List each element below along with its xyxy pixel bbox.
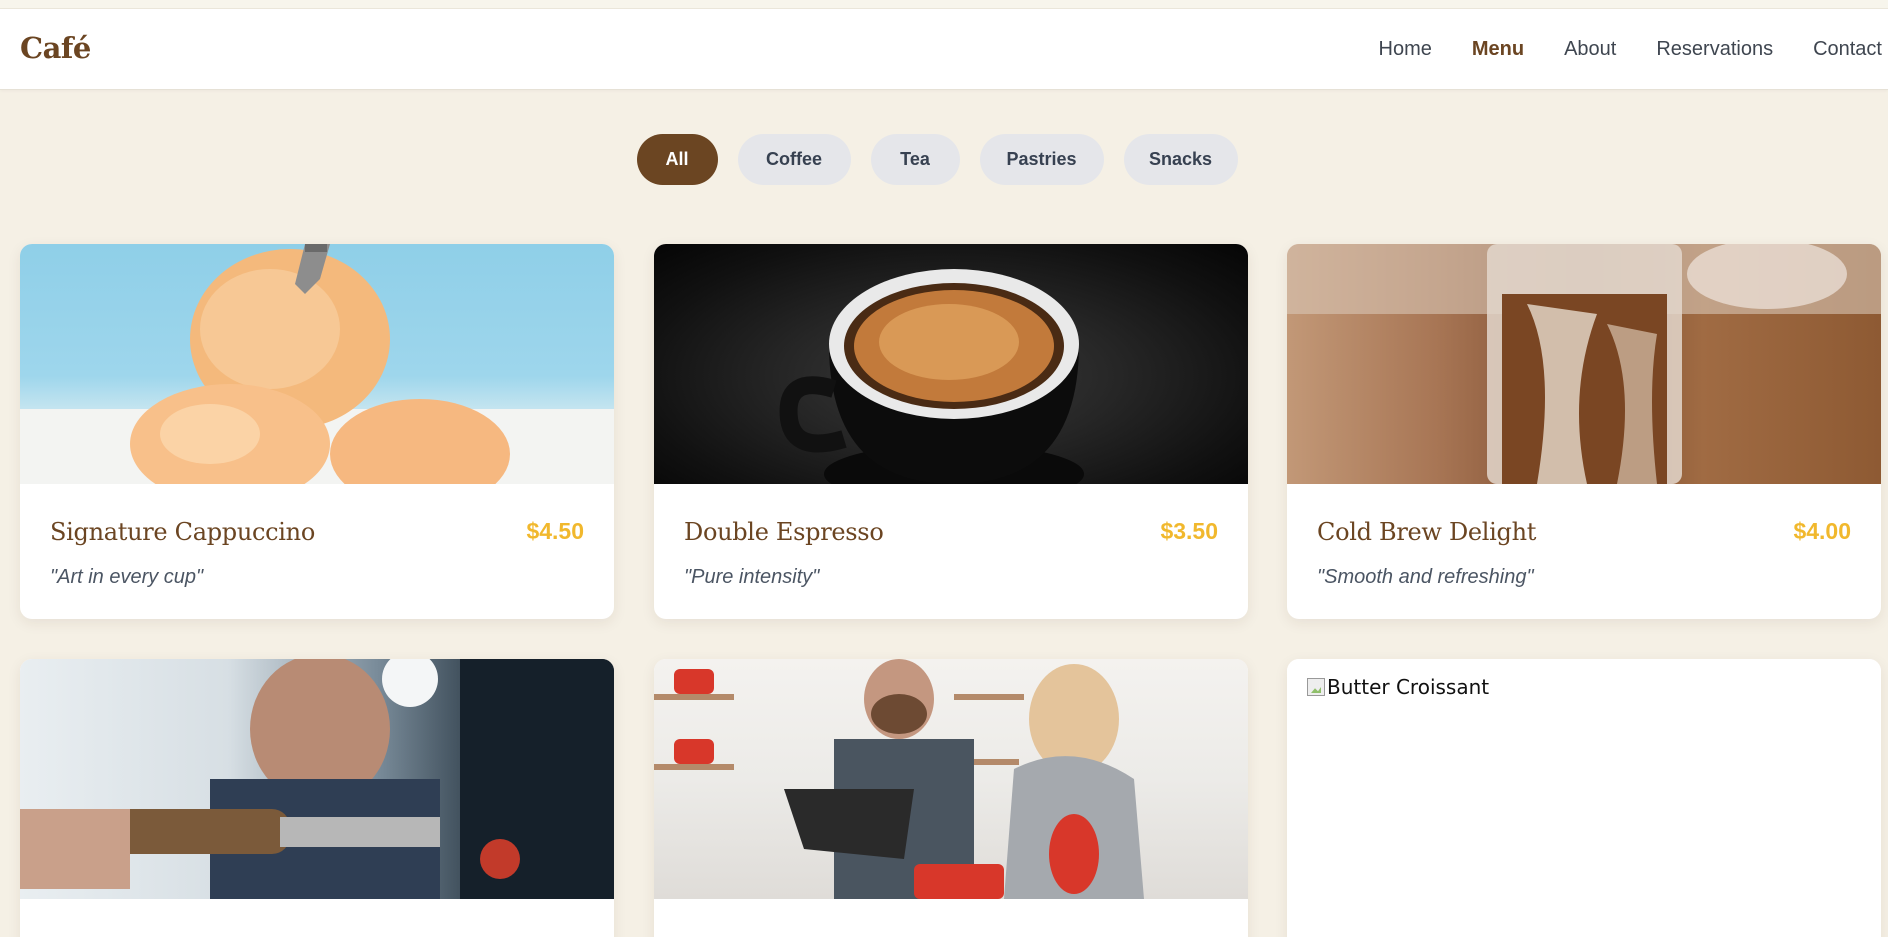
nav-about[interactable]: About <box>1564 38 1616 61</box>
item-price: $3.50 <box>1160 518 1218 544</box>
item-name: Signature Cappuccino <box>50 518 315 546</box>
image-alt-text: Butter Croissant <box>1327 675 1490 699</box>
nav-home[interactable]: Home <box>1379 38 1432 61</box>
card-body: Signature Cappuccino $4.50 "Art in every… <box>20 484 614 619</box>
brand-logo[interactable]: Café <box>20 31 91 65</box>
croissant-image: Butter Croissant <box>1287 659 1881 899</box>
espresso-cup-photo <box>654 244 1248 484</box>
item-name: Double Espresso <box>684 518 884 546</box>
nav-links: Home Menu About Reservations Contact <box>1379 9 1883 90</box>
ice-cream-illustration <box>20 244 614 484</box>
card-body: Cold Brew Delight $4.00 "Smooth and refr… <box>1287 484 1881 619</box>
menu-card-cold-brew-delight[interactable]: Cold Brew Delight $4.00 "Smooth and refr… <box>1287 244 1881 619</box>
menu-card-butter-croissant[interactable]: Butter Croissant <box>1287 659 1881 937</box>
ice-cream-scoops-photo <box>20 244 614 484</box>
couple-cooking-photo <box>654 659 1248 899</box>
menu-card-double-espresso[interactable]: Double Espresso $3.50 "Pure intensity" <box>654 244 1248 619</box>
menu-card-cooking[interactable] <box>654 659 1248 937</box>
card-body: Double Espresso $3.50 "Pure intensity" <box>654 484 1248 619</box>
item-name: Cold Brew Delight <box>1317 518 1537 546</box>
broken-image-icon <box>1307 678 1325 696</box>
barista-illustration <box>20 659 614 899</box>
nav-contact[interactable]: Contact <box>1813 38 1882 61</box>
navbar: Café Home Menu About Reservations Contac… <box>0 9 1888 90</box>
kitchen-illustration <box>654 659 1144 899</box>
iced-coffee-glass-photo <box>1287 244 1881 484</box>
barista-tamping-photo <box>20 659 614 899</box>
item-tagline: "Pure intensity" <box>684 566 820 588</box>
nav-reservations[interactable]: Reservations <box>1656 38 1773 61</box>
nav-menu[interactable]: Menu <box>1472 38 1524 61</box>
broken-image: Butter Croissant <box>1307 675 1489 699</box>
filter-snacks[interactable]: Snacks <box>1123 134 1238 185</box>
item-price: $4.50 <box>526 518 584 544</box>
top-strip <box>0 0 1888 9</box>
filter-coffee[interactable]: Coffee <box>737 134 851 185</box>
category-filters: All Coffee Tea Pastries Snacks <box>0 134 1888 185</box>
item-price: $4.00 <box>1793 518 1851 544</box>
filter-all[interactable]: All <box>636 134 718 185</box>
filter-pastries[interactable]: Pastries <box>979 134 1104 185</box>
espresso-illustration <box>779 269 1084 484</box>
iced-coffee-illustration <box>1287 244 1881 484</box>
item-tagline: "Smooth and refreshing" <box>1317 566 1534 588</box>
item-tagline: "Art in every cup" <box>50 566 204 588</box>
filter-tea[interactable]: Tea <box>870 134 960 185</box>
menu-card-signature-cappuccino[interactable]: Signature Cappuccino $4.50 "Art in every… <box>20 244 614 619</box>
menu-card-barista[interactable] <box>20 659 614 937</box>
